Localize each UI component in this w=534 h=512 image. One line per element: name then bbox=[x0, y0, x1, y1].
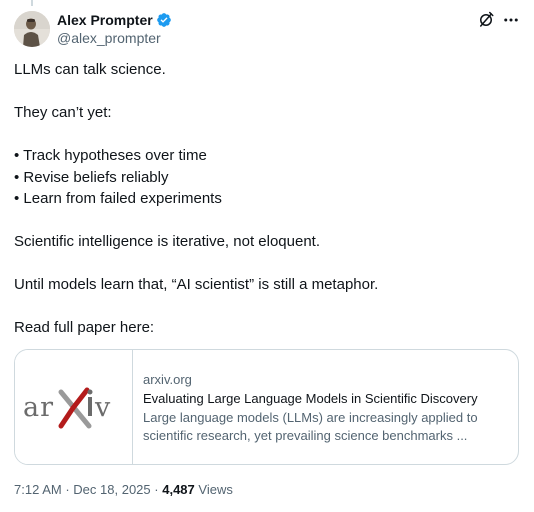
tweet-paragraph: Read full paper here: bbox=[14, 319, 155, 336]
tweet-paragraph: Until models learn that, “AI scientist” … bbox=[14, 276, 379, 293]
meta-separator: · bbox=[65, 482, 70, 497]
author-info: Alex Prompter @alex_prompter bbox=[57, 11, 172, 47]
card-description-line: Large language models (LLMs) are increas… bbox=[143, 410, 478, 425]
card-title: Evaluating Large Language Models in Scie… bbox=[143, 391, 478, 406]
thread-connector-line bbox=[31, 0, 33, 6]
card-text: arxiv.org Evaluating Large Language Mode… bbox=[143, 371, 508, 445]
tweet-header: Alex Prompter @alex_prompter bbox=[14, 10, 520, 50]
views-count: 4,487 bbox=[162, 482, 195, 497]
meta-separator: · bbox=[154, 482, 159, 497]
tweet-paragraph: • Learn from failed experiments bbox=[14, 190, 222, 207]
verified-badge-icon bbox=[156, 12, 172, 28]
tweet-paragraph bbox=[14, 296, 520, 318]
link-preview-card[interactable]: ar v arxiv.org Evaluating Large Language… bbox=[14, 349, 519, 465]
tweet-paragraph: They can’t yet: bbox=[14, 104, 112, 121]
tweet-paragraph bbox=[14, 124, 520, 146]
card-description: Large language models (LLMs) are increas… bbox=[143, 409, 508, 445]
tweet-paragraph: LLMs can talk science. bbox=[14, 61, 166, 78]
views-label: Views bbox=[198, 482, 233, 497]
card-domain: arxiv.org bbox=[143, 372, 192, 387]
tweet-text: LLMs can talk science. They can’t yet: •… bbox=[14, 59, 520, 339]
arxiv-logo: ar v bbox=[15, 350, 133, 464]
tweet-paragraph bbox=[14, 253, 520, 275]
tweet-paragraph bbox=[14, 210, 520, 232]
svg-text:ar: ar bbox=[23, 392, 54, 423]
tweet-paragraph: • Track hypotheses over time bbox=[14, 147, 207, 164]
tweet-paragraph: Scientific intelligence is iterative, no… bbox=[14, 233, 321, 250]
more-options-icon[interactable] bbox=[502, 11, 520, 29]
grok-icon[interactable] bbox=[477, 11, 495, 29]
avatar[interactable] bbox=[14, 11, 50, 47]
author-handle[interactable]: @alex_prompter bbox=[57, 29, 172, 47]
tweet-meta: 7:12 AM · Dec 18, 2025 · 4,487 Views bbox=[14, 482, 233, 497]
tweet-paragraph bbox=[14, 81, 520, 103]
svg-text:v: v bbox=[94, 392, 111, 423]
author-display-name[interactable]: Alex Prompter bbox=[57, 11, 153, 29]
tweet-paragraph: • Revise beliefs reliably bbox=[14, 168, 169, 186]
tweet-date[interactable]: Dec 18, 2025 bbox=[73, 482, 150, 497]
card-description-line: scientific research, yet prevailing scie… bbox=[143, 428, 468, 443]
tweet-time[interactable]: 7:12 AM bbox=[14, 482, 62, 497]
